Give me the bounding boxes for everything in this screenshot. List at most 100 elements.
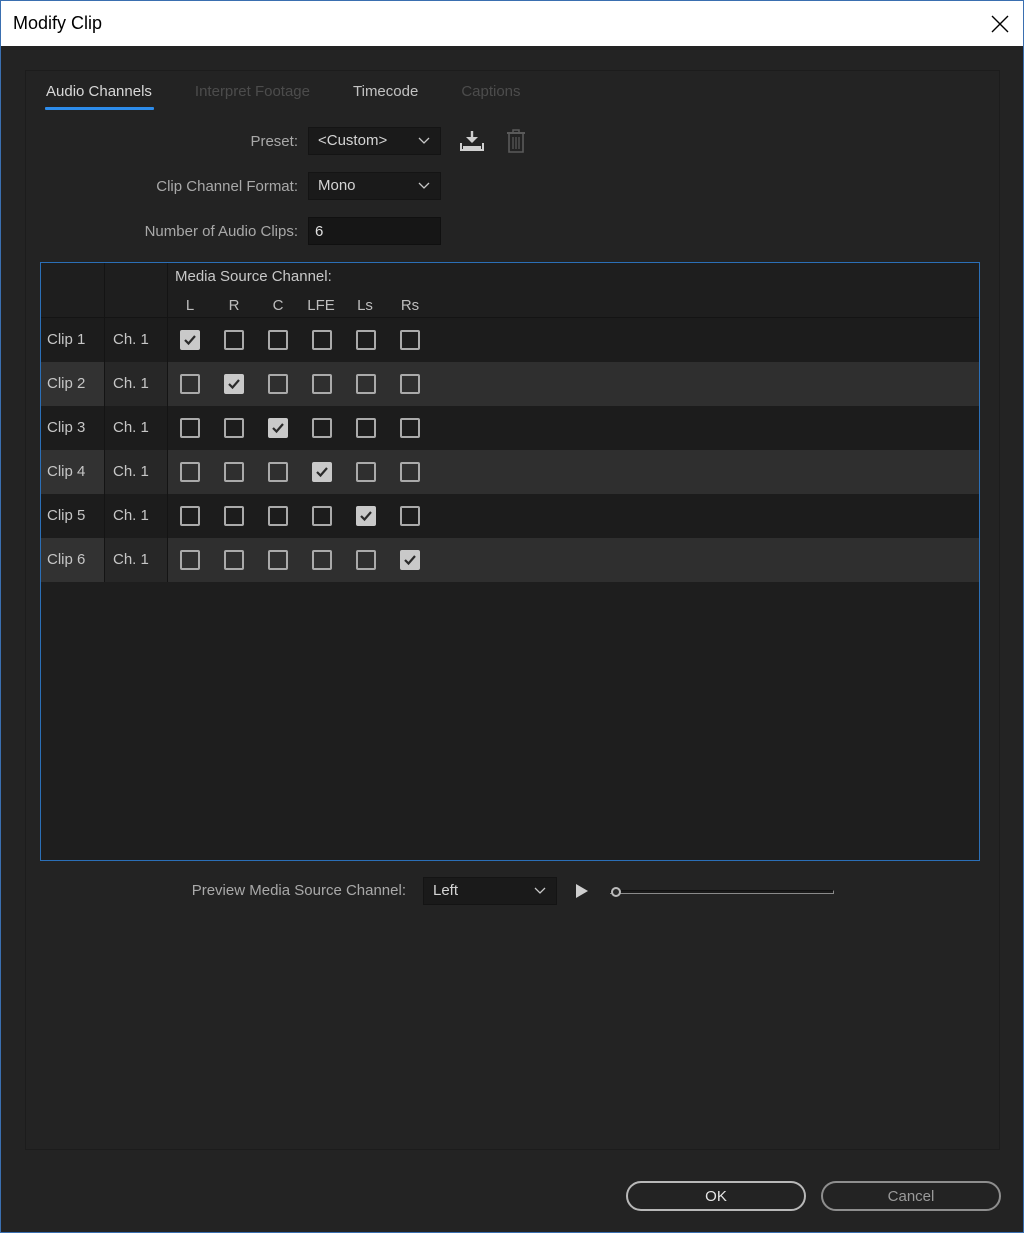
clip-channel-cell: Ch. 1 [105, 538, 168, 582]
channel-checkbox-r[interactable] [224, 330, 244, 350]
table-row: Clip 6 Ch. 1 [41, 538, 979, 582]
channel-checkbox-rs[interactable] [400, 330, 420, 350]
title-bar: Modify Clip [1, 1, 1023, 46]
channel-checkbox-ls[interactable] [356, 506, 376, 526]
channel-matrix: Media Source Channel: L R C LFE Ls Rs Cl… [40, 262, 980, 861]
header-channel-column [105, 263, 168, 318]
clip-channel-cell: Ch. 1 [105, 406, 168, 450]
channel-checkbox-c[interactable] [268, 550, 288, 570]
channel-checkbox-r[interactable] [224, 374, 244, 394]
channel-checkbox-l[interactable] [180, 330, 200, 350]
tab-audio-channels[interactable]: Audio Channels [45, 83, 154, 113]
preset-value: <Custom> [318, 132, 388, 149]
matrix-header: Media Source Channel: L R C LFE Ls Rs [41, 263, 979, 318]
preset-label: Preset: [250, 133, 298, 150]
tab-bar: Audio Channels Interpret Footage Timecod… [45, 83, 564, 113]
channel-checkbox-c[interactable] [268, 330, 288, 350]
clip-channel-format-dropdown[interactable]: Mono [308, 172, 441, 200]
clip-name-cell: Clip 1 [41, 318, 105, 362]
table-row: Clip 3 Ch. 1 [41, 406, 979, 450]
number-of-audio-clips-input[interactable]: 6 [308, 217, 441, 245]
save-preset-button[interactable] [459, 129, 485, 158]
channel-checkbox-l[interactable] [180, 462, 200, 482]
download-save-icon [460, 131, 484, 151]
clip-channel-cell: Ch. 1 [105, 318, 168, 362]
channel-checkbox-r[interactable] [224, 506, 244, 526]
channel-checkbox-l[interactable] [180, 506, 200, 526]
channel-header-r: R [228, 297, 240, 314]
checkmark-icon [404, 555, 416, 566]
scrubber-handle[interactable] [611, 887, 621, 897]
channel-header-lfe: LFE [307, 297, 335, 314]
clip-channel-cell: Ch. 1 [105, 450, 168, 494]
scrubber-track [610, 890, 834, 894]
dialog-panel: Audio Channels Interpret Footage Timecod… [25, 70, 1000, 1150]
table-row: Clip 2 Ch. 1 [41, 362, 979, 406]
media-source-channel-label: Media Source Channel: [175, 268, 332, 285]
channel-checkbox-rs[interactable] [400, 506, 420, 526]
dialog-title: Modify Clip [13, 13, 103, 33]
clip-name-cell: Clip 2 [41, 362, 105, 406]
tab-captions: Captions [461, 83, 521, 100]
tab-timecode[interactable]: Timecode [353, 83, 418, 113]
close-button[interactable] [977, 1, 1023, 46]
channel-checkbox-lfe[interactable] [312, 506, 332, 526]
chevron-down-icon [418, 137, 430, 144]
channel-header-ls: Ls [357, 297, 373, 314]
number-of-audio-clips-label: Number of Audio Clips: [144, 223, 298, 240]
channel-checkbox-r[interactable] [224, 462, 244, 482]
play-icon [576, 884, 588, 898]
clip-channel-cell: Ch. 1 [105, 494, 168, 538]
channel-checkbox-l[interactable] [180, 550, 200, 570]
channel-header-rs: Rs [400, 297, 420, 314]
channel-checkbox-lfe[interactable] [312, 330, 332, 350]
modify-clip-dialog: Modify Clip Audio Channels Interpret Foo… [0, 0, 1024, 1233]
play-preview-button[interactable] [575, 883, 589, 904]
channel-checkbox-lfe[interactable] [312, 550, 332, 570]
channel-checkbox-rs[interactable] [400, 418, 420, 438]
preview-channel-dropdown[interactable]: Left [423, 877, 557, 905]
channel-checkbox-r[interactable] [224, 418, 244, 438]
clip-channel-cell: Ch. 1 [105, 362, 168, 406]
channel-checkbox-rs[interactable] [400, 550, 420, 570]
channel-checkbox-ls[interactable] [356, 330, 376, 350]
delete-preset-button[interactable] [506, 129, 526, 158]
clip-channel-format-value: Mono [318, 177, 356, 194]
channel-checkbox-c[interactable] [268, 462, 288, 482]
preset-dropdown[interactable]: <Custom> [308, 127, 441, 155]
preview-channel-value: Left [433, 882, 459, 899]
chevron-down-icon [534, 887, 546, 894]
channel-checkbox-lfe[interactable] [312, 462, 332, 482]
channel-checkbox-r[interactable] [224, 550, 244, 570]
ok-button[interactable]: OK [626, 1181, 806, 1211]
channel-checkbox-c[interactable] [268, 506, 288, 526]
header-clip-column [41, 263, 105, 318]
channel-checkbox-l[interactable] [180, 418, 200, 438]
channel-header-l: L [185, 297, 195, 314]
clip-name-cell: Clip 6 [41, 538, 105, 582]
channel-checkbox-ls[interactable] [356, 462, 376, 482]
channel-checkbox-ls[interactable] [356, 550, 376, 570]
clip-channel-format-label: Clip Channel Format: [156, 178, 298, 195]
channel-checkbox-c[interactable] [268, 374, 288, 394]
cancel-button[interactable]: Cancel [821, 1181, 1001, 1211]
channel-checkbox-c[interactable] [268, 418, 288, 438]
channel-checkbox-l[interactable] [180, 374, 200, 394]
checkmark-icon [184, 335, 196, 346]
table-row: Clip 4 Ch. 1 [41, 450, 979, 494]
channel-checkbox-ls[interactable] [356, 374, 376, 394]
clip-name-cell: Clip 5 [41, 494, 105, 538]
preview-scrubber[interactable] [610, 884, 835, 900]
channel-checkbox-lfe[interactable] [312, 374, 332, 394]
checkmark-icon [360, 511, 372, 522]
trash-icon [507, 129, 525, 153]
table-row: Clip 5 Ch. 1 [41, 494, 979, 538]
channel-header-c: C [272, 297, 284, 314]
channel-checkbox-ls[interactable] [356, 418, 376, 438]
channel-checkbox-rs[interactable] [400, 462, 420, 482]
checkmark-icon [272, 423, 284, 434]
table-row: Clip 1 Ch. 1 [41, 318, 979, 362]
clip-name-cell: Clip 3 [41, 406, 105, 450]
channel-checkbox-lfe[interactable] [312, 418, 332, 438]
channel-checkbox-rs[interactable] [400, 374, 420, 394]
